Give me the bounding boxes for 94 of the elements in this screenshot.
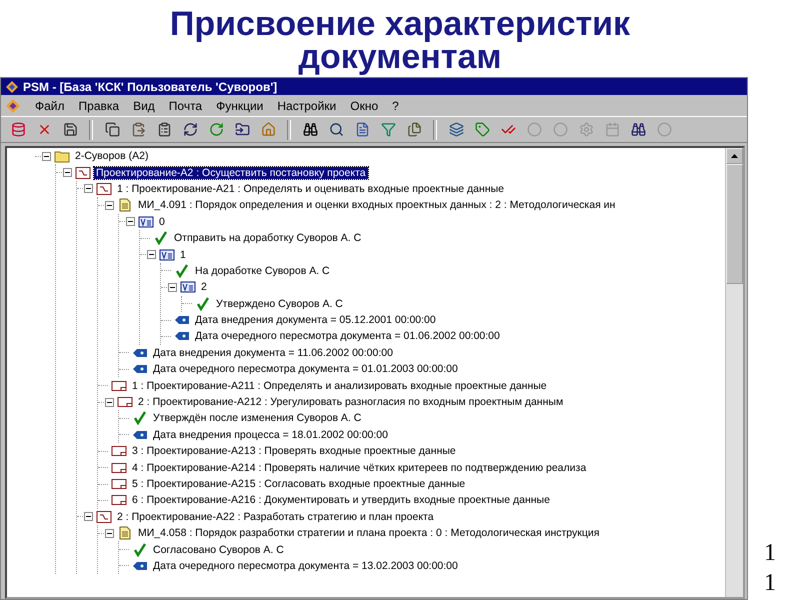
binoculars-icon <box>302 122 318 137</box>
collapse-toggle[interactable] <box>84 184 93 194</box>
tag-icon <box>474 122 490 137</box>
refresh-icon <box>182 122 198 137</box>
tree-item[interactable]: МИ_4.058 : Порядок разработки стратегии и плана проекта : 0 : Методологическая инструкция <box>136 527 602 540</box>
copy-icon <box>104 122 120 137</box>
search-icon <box>328 122 344 137</box>
tree-item[interactable]: Дата очередного пересмотра документа = 01.06.2002 00:00:00 <box>193 330 502 342</box>
menu-item[interactable]: ? <box>392 98 399 112</box>
check-icon <box>132 542 148 557</box>
menu-item[interactable]: Вид <box>133 98 155 112</box>
binoculars-icon <box>630 122 646 137</box>
tree-item[interactable]: На доработке Суворов А. С <box>193 264 332 277</box>
collapse-toggle[interactable] <box>147 250 156 260</box>
box-icon <box>111 444 127 458</box>
import-icon <box>234 122 250 137</box>
slide-title: Присвоение характеристик документам <box>168 8 632 74</box>
document-icon <box>117 526 133 540</box>
tree-item[interactable]: 2 <box>199 281 209 294</box>
diagram-icon <box>96 182 112 196</box>
filter-icon <box>380 122 396 137</box>
version-icon <box>159 248 175 262</box>
scrollbar[interactable] <box>725 148 743 597</box>
tree-item[interactable]: 1 : Проектирование-А21 : Определять и оценивать входные проектные данные <box>115 182 506 195</box>
tree-item[interactable]: Дата внедрения процесса = 18.01.2002 00:00:00 <box>151 428 390 441</box>
collapse-toggle[interactable] <box>84 512 93 522</box>
tree-item[interactable]: 5 : Проектирование-А215 : Согласовать входные проектные данные <box>130 478 468 490</box>
tree-item[interactable]: Дата очередного пересмотра документа = 13.02.2003 00:00:00 <box>151 560 460 572</box>
tree-item[interactable]: Согласовано Суворов А. С <box>151 544 286 556</box>
gear-icon <box>578 122 594 137</box>
tree-item[interactable]: Отправить на доработку Суворов А. С <box>172 232 364 244</box>
home-icon <box>260 122 276 137</box>
menu-item[interactable]: Правка <box>78 98 120 112</box>
app-logo-icon <box>5 80 19 94</box>
save-icon <box>62 122 78 137</box>
collapse-toggle[interactable] <box>105 398 114 407</box>
tree-item[interactable]: МИ_4.091 : Порядок определения и оценки входных проектных данных : 2 : Методологическая ин <box>136 199 618 212</box>
up-arrow-icon <box>731 154 738 158</box>
tree-item[interactable]: 6 : Проектирование-А216 : Документировать и утвердить входные проектные данные <box>130 494 552 506</box>
check-icon <box>153 231 169 246</box>
tree-item[interactable]: 1 <box>178 248 188 261</box>
circle-icon <box>656 122 672 137</box>
document-icon <box>354 122 370 137</box>
diagram-icon <box>96 510 112 524</box>
version-icon <box>180 280 196 294</box>
collapse-toggle[interactable] <box>168 282 177 292</box>
tree-item[interactable]: Дата очередного пересмотра документа = 01.01.2003 00:00:00 <box>151 363 460 376</box>
tree-item[interactable]: Дата внедрения документа = 11.06.2002 00:00:00 <box>151 346 395 359</box>
document-icon <box>117 198 133 212</box>
tree-item[interactable]: 2-Суворов (А2) <box>73 150 150 162</box>
collapse-toggle[interactable] <box>105 200 114 210</box>
circle-icon <box>552 122 568 137</box>
box-icon <box>117 395 133 410</box>
collapse-toggle[interactable] <box>126 217 135 226</box>
diagram-icon <box>75 166 91 180</box>
tree-item[interactable]: 3 : Проектирование-А213 : Проверять входные проектные данные <box>130 445 458 458</box>
database-icon <box>10 122 26 137</box>
layers-icon <box>448 122 464 137</box>
box-icon <box>111 493 127 508</box>
rotate-icon <box>208 122 224 137</box>
pages-icon <box>406 122 422 137</box>
scroll-thumb[interactable] <box>726 164 743 284</box>
tree-item[interactable]: Утверждено Суворов А. С <box>214 298 345 310</box>
window-title: PSM - [База 'КСК' Пользователь 'Суворов'] <box>23 80 278 94</box>
tree-item[interactable]: 0 <box>157 216 167 228</box>
check-icon <box>174 264 190 278</box>
tree-item[interactable]: 2 : Проектирование-А212 : Урегулировать разногласия по входным проектным данным <box>136 396 566 408</box>
check-icon <box>132 411 148 426</box>
tree-item[interactable]: Проектирование-А2 : Осуществить постановку проекта <box>94 166 368 179</box>
menu-item[interactable]: Окно <box>350 98 378 112</box>
check-icon <box>195 296 211 311</box>
version-icon <box>138 214 154 229</box>
collapse-toggle[interactable] <box>105 528 114 538</box>
circle-icon <box>526 122 542 137</box>
collapse-toggle[interactable] <box>42 152 51 161</box>
collapse-toggle[interactable] <box>63 168 72 178</box>
folder-icon <box>54 149 70 164</box>
calendar-icon <box>604 122 620 137</box>
tree-item[interactable]: 2 : Проектирование-А22 : Разработать стратегию и план проекта <box>115 510 436 523</box>
menu-item[interactable]: Функции <box>216 98 264 112</box>
paste-icon <box>130 122 146 137</box>
app-logo-icon <box>5 98 21 114</box>
menu-item[interactable]: Настройки <box>277 98 336 112</box>
tree-item[interactable]: 1 : Проектирование-А211 : Определять и анализировать входные проектные данные <box>130 380 549 392</box>
tree-item[interactable]: Утверждён после изменения Суворов А. С <box>151 412 364 424</box>
menu-item[interactable]: Файл <box>35 98 65 112</box>
box-icon <box>111 460 127 475</box>
box-icon <box>111 477 127 491</box>
menu-item[interactable]: Почта <box>168 98 202 112</box>
tree-item[interactable]: Дата внедрения документа = 05.12.2001 00:00:00 <box>193 314 438 326</box>
box-icon <box>111 378 127 393</box>
tree-item[interactable]: 4 : Проектирование-А214 : Проверять наличие чётких критереев по подтверждению реализа <box>130 462 588 474</box>
page-number: 11 <box>764 539 776 598</box>
clipboard-icon <box>156 122 172 137</box>
